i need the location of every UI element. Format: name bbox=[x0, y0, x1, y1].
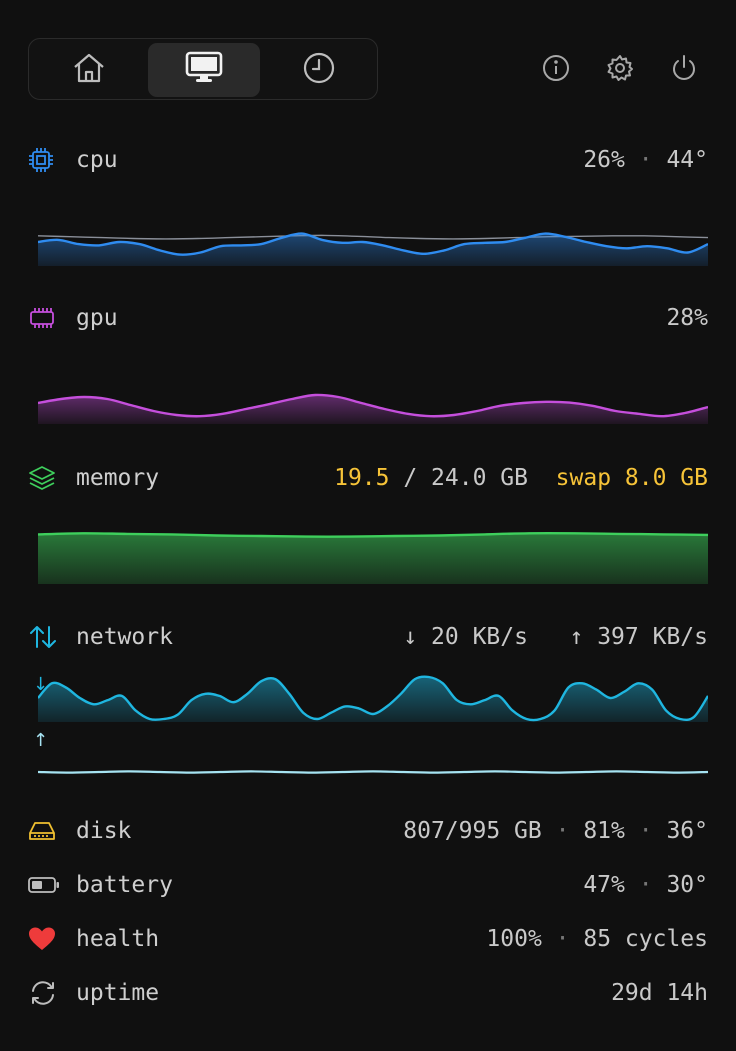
disk-value: 807/995 GB · 81% · 36° bbox=[403, 818, 708, 844]
separator: · bbox=[638, 872, 653, 898]
network-down: ↓ 20 KB/s bbox=[403, 624, 528, 650]
layers-icon bbox=[28, 462, 60, 494]
power-button[interactable] bbox=[666, 52, 702, 88]
gpu-graph bbox=[38, 393, 708, 424]
tab-monitor[interactable] bbox=[148, 43, 260, 97]
upload-marker-icon: ↑ bbox=[33, 730, 49, 751]
network-upload-graph bbox=[38, 770, 708, 774]
health-cycles: 85 cycles bbox=[583, 926, 708, 952]
memory-used: 19.5 bbox=[334, 465, 390, 491]
disk-label: disk bbox=[76, 818, 132, 844]
monitor-icon bbox=[185, 51, 223, 89]
memory-value: 19.5 / 24.0 GB swap 8.0 GB bbox=[334, 465, 708, 491]
memory-row: memory 19.5 / 24.0 GB swap 8.0 GB bbox=[28, 462, 708, 494]
uptime-row: uptime 29d 14h bbox=[28, 977, 708, 1009]
battery-icon bbox=[28, 869, 60, 901]
heart-icon bbox=[28, 923, 60, 955]
view-switcher bbox=[28, 38, 378, 100]
separator: · bbox=[555, 926, 570, 952]
tab-home[interactable] bbox=[33, 43, 145, 97]
cpu-graph bbox=[38, 232, 708, 266]
toolbar bbox=[0, 0, 736, 110]
cpu-label: cpu bbox=[76, 147, 118, 173]
uptime-label: uptime bbox=[76, 980, 160, 1006]
network-download-graph bbox=[38, 675, 708, 722]
separator: · bbox=[638, 147, 653, 173]
memory-total: / 24.0 GB bbox=[389, 465, 528, 491]
info-button[interactable] bbox=[538, 52, 574, 88]
power-icon bbox=[670, 54, 698, 86]
memory-swap: swap 8.0 GB bbox=[555, 465, 708, 491]
g-cpu-line bbox=[38, 234, 708, 240]
network-row: network ↓ 20 KB/s ↑ 397 KB/s bbox=[28, 621, 708, 653]
g-up-line bbox=[38, 770, 708, 774]
gear-icon bbox=[606, 54, 634, 86]
info-icon bbox=[542, 54, 570, 86]
disk-pct: 81% bbox=[583, 818, 625, 844]
updown-arrows-icon bbox=[28, 621, 60, 653]
gpu-usage: 28% bbox=[666, 305, 708, 331]
network-up: ↑ 397 KB/s bbox=[569, 624, 708, 650]
separator: · bbox=[555, 818, 570, 844]
gpu-label: gpu bbox=[76, 305, 118, 331]
home-icon bbox=[71, 50, 107, 90]
gpu-row: gpu 28% bbox=[28, 302, 708, 334]
clock-icon bbox=[302, 51, 336, 89]
separator: · bbox=[638, 818, 653, 844]
memory-graph bbox=[38, 531, 708, 584]
cpu-usage: 26% bbox=[583, 147, 625, 173]
settings-button[interactable] bbox=[602, 52, 638, 88]
cpu-temp: 44° bbox=[666, 147, 708, 173]
battery-row: battery 47% · 30° bbox=[28, 869, 708, 901]
uptime-value: 29d 14h bbox=[611, 980, 708, 1006]
disk-icon bbox=[28, 815, 60, 847]
g-mem-area bbox=[38, 533, 708, 584]
battery-temp: 30° bbox=[666, 872, 708, 898]
gpu-icon bbox=[28, 302, 60, 334]
disk-temp: 36° bbox=[666, 818, 708, 844]
cpu-row: cpu 26% · 44° bbox=[28, 144, 708, 176]
cpu-value: 26% · 44° bbox=[583, 147, 708, 173]
battery-pct: 47% bbox=[583, 872, 625, 898]
health-pct: 100% bbox=[486, 926, 542, 952]
disk-used: 807/995 GB bbox=[403, 818, 542, 844]
network-label: network bbox=[76, 624, 173, 650]
battery-label: battery bbox=[76, 872, 173, 898]
disk-row: disk 807/995 GB · 81% · 36° bbox=[28, 815, 708, 847]
health-label: health bbox=[76, 926, 160, 952]
refresh-icon bbox=[28, 977, 60, 1009]
chip-icon bbox=[28, 144, 60, 176]
battery-value: 47% · 30° bbox=[583, 872, 708, 898]
network-value: ↓ 20 KB/s ↑ 397 KB/s bbox=[403, 624, 708, 650]
memory-label: memory bbox=[76, 465, 160, 491]
health-value: 100% · 85 cycles bbox=[486, 926, 708, 952]
tab-history[interactable] bbox=[263, 43, 375, 97]
health-row: health 100% · 85 cycles bbox=[28, 923, 708, 955]
